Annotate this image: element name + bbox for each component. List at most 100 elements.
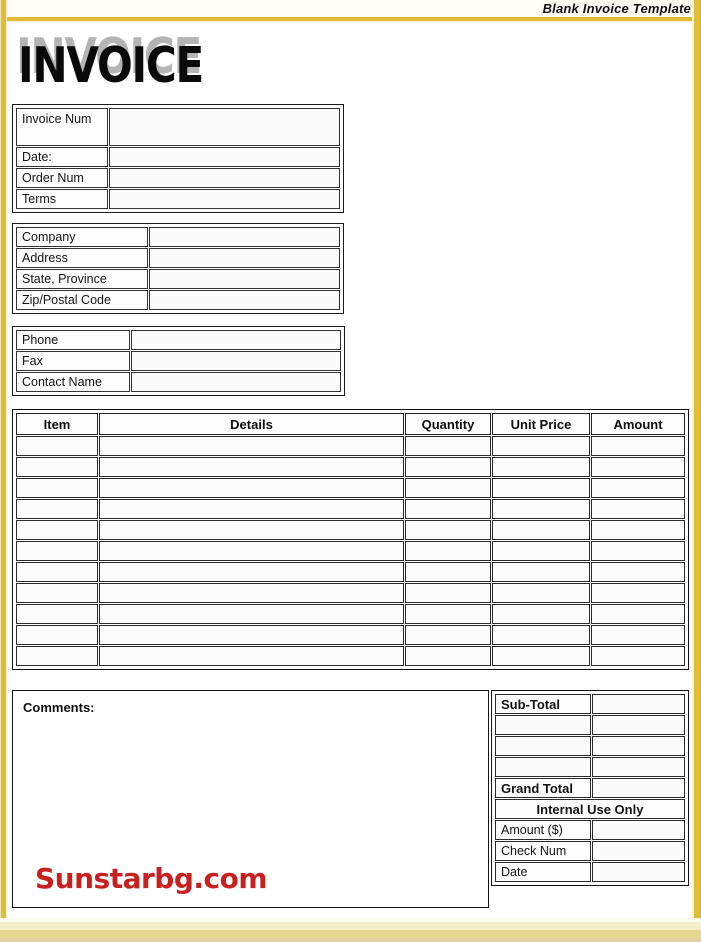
cell-amount[interactable]: [591, 499, 685, 519]
cell-details[interactable]: [99, 562, 404, 582]
totals-value-row-4[interactable]: [592, 757, 685, 777]
cell-details[interactable]: [99, 478, 404, 498]
cell-details[interactable]: [99, 457, 404, 477]
cell-unit-price[interactable]: [492, 562, 590, 582]
cell-unit-price[interactable]: [492, 604, 590, 624]
totals-block: Sub-Total Grand Total Internal Use Only …: [491, 690, 689, 886]
cell-amount[interactable]: [591, 625, 685, 645]
totals-value-grand-total[interactable]: [592, 778, 685, 798]
table-row: [16, 520, 685, 540]
internal-value-date[interactable]: [592, 862, 685, 882]
totals-label-row-4[interactable]: [495, 757, 591, 777]
cell-unit-price[interactable]: [492, 478, 590, 498]
cell-amount[interactable]: [591, 604, 685, 624]
field-value-contact-name[interactable]: [131, 372, 341, 392]
cell-amount[interactable]: [591, 520, 685, 540]
table-row: Internal Use Only: [495, 799, 685, 819]
internal-value-amount[interactable]: [592, 820, 685, 840]
field-label-state-province: State, Province: [16, 269, 148, 289]
cell-quantity[interactable]: [405, 520, 491, 540]
totals-label-row-2[interactable]: [495, 715, 591, 735]
field-value-zip-postal-code[interactable]: [149, 290, 340, 310]
cell-quantity[interactable]: [405, 583, 491, 603]
company-details-block: Company Address State, Province Zip/Post…: [12, 223, 344, 314]
cell-details[interactable]: [99, 604, 404, 624]
cell-item[interactable]: [16, 625, 98, 645]
cell-amount[interactable]: [591, 646, 685, 666]
cell-unit-price[interactable]: [492, 520, 590, 540]
totals-value-row-3[interactable]: [592, 736, 685, 756]
cell-amount[interactable]: [591, 478, 685, 498]
cell-unit-price[interactable]: [492, 499, 590, 519]
cell-unit-price[interactable]: [492, 625, 590, 645]
field-value-fax[interactable]: [131, 351, 341, 371]
cell-details[interactable]: [99, 646, 404, 666]
field-value-address[interactable]: [149, 248, 340, 268]
cell-amount[interactable]: [591, 541, 685, 561]
cell-amount[interactable]: [591, 562, 685, 582]
totals-value-row-2[interactable]: [592, 715, 685, 735]
field-label-address: Address: [16, 248, 148, 268]
cell-item[interactable]: [16, 499, 98, 519]
cell-details[interactable]: [99, 499, 404, 519]
page-border-bottom: [0, 918, 701, 942]
table-row: Date: [495, 862, 685, 882]
cell-item[interactable]: [16, 436, 98, 456]
cell-item[interactable]: [16, 646, 98, 666]
cell-unit-price[interactable]: [492, 436, 590, 456]
field-label-order-num: Order Num: [16, 168, 108, 188]
table-row: Sub-Total: [495, 694, 685, 714]
field-value-state-province[interactable]: [149, 269, 340, 289]
totals-value-sub-total[interactable]: [592, 694, 685, 714]
document-caption: Blank Invoice Template: [542, 1, 691, 16]
totals-label-row-3[interactable]: [495, 736, 591, 756]
cell-quantity[interactable]: [405, 457, 491, 477]
cell-quantity[interactable]: [405, 604, 491, 624]
table-row: Date:: [16, 147, 340, 167]
contact-details-table: Phone Fax Contact Name: [15, 329, 342, 393]
cell-quantity[interactable]: [405, 562, 491, 582]
cell-details[interactable]: [99, 436, 404, 456]
cell-amount[interactable]: [591, 457, 685, 477]
cell-item[interactable]: [16, 562, 98, 582]
cell-item[interactable]: [16, 520, 98, 540]
invoice-logo: INVOICE INVOICE: [14, 31, 314, 93]
field-value-company[interactable]: [149, 227, 340, 247]
company-details-table: Company Address State, Province Zip/Post…: [15, 226, 341, 311]
cell-details[interactable]: [99, 583, 404, 603]
field-value-order-num[interactable]: [109, 168, 340, 188]
page-border-left: [0, 0, 7, 942]
cell-item[interactable]: [16, 457, 98, 477]
cell-item[interactable]: [16, 478, 98, 498]
table-row: Zip/Postal Code: [16, 290, 340, 310]
cell-item[interactable]: [16, 583, 98, 603]
cell-details[interactable]: [99, 625, 404, 645]
field-value-terms[interactable]: [109, 189, 340, 209]
cell-unit-price[interactable]: [492, 541, 590, 561]
cell-quantity[interactable]: [405, 478, 491, 498]
cell-quantity[interactable]: [405, 436, 491, 456]
cell-item[interactable]: [16, 541, 98, 561]
table-row: Check Num: [495, 841, 685, 861]
comments-box[interactable]: Comments: Sunstarbg.com: [12, 690, 489, 908]
cell-item[interactable]: [16, 604, 98, 624]
cell-unit-price[interactable]: [492, 457, 590, 477]
cell-unit-price[interactable]: [492, 583, 590, 603]
table-row: [16, 583, 685, 603]
cell-details[interactable]: [99, 541, 404, 561]
cell-details[interactable]: [99, 520, 404, 540]
cell-quantity[interactable]: [405, 625, 491, 645]
cell-quantity[interactable]: [405, 541, 491, 561]
cell-amount[interactable]: [591, 583, 685, 603]
cell-quantity[interactable]: [405, 646, 491, 666]
column-header-details: Details: [99, 413, 404, 435]
field-value-date[interactable]: [109, 147, 340, 167]
cell-quantity[interactable]: [405, 499, 491, 519]
cell-unit-price[interactable]: [492, 646, 590, 666]
internal-value-check-num[interactable]: [592, 841, 685, 861]
cell-amount[interactable]: [591, 436, 685, 456]
field-value-phone[interactable]: [131, 330, 341, 350]
table-row: Address: [16, 248, 340, 268]
field-label-terms: Terms: [16, 189, 108, 209]
field-value-invoice-num[interactable]: [109, 108, 340, 146]
